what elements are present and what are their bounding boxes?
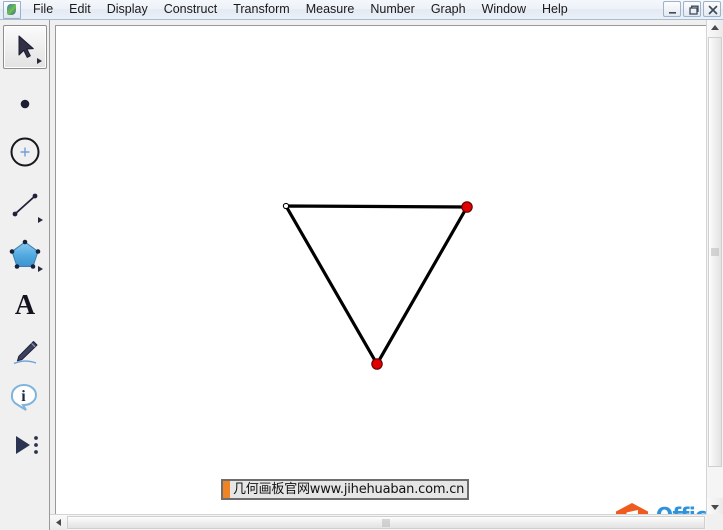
pen-marker-icon bbox=[13, 341, 38, 365]
letter-a-icon: A bbox=[15, 290, 36, 321]
scroll-down-button[interactable] bbox=[707, 498, 723, 515]
menu-item-help[interactable]: Help bbox=[534, 1, 576, 19]
horizontal-scroll-thumb[interactable] bbox=[67, 516, 705, 529]
straightedge-tool-flyout-indicator[interactable] bbox=[38, 217, 43, 223]
circle-icon bbox=[10, 137, 40, 167]
scroll-up-button[interactable] bbox=[707, 20, 723, 37]
polygon-tool-flyout-indicator[interactable] bbox=[38, 266, 43, 272]
menu-item-number[interactable]: Number bbox=[362, 1, 422, 19]
sketch-canvas[interactable]: 几何画板官网www.jihehuaban.com.cn Office教程网 ww… bbox=[55, 25, 707, 515]
horizontal-thumb-grip bbox=[382, 518, 390, 527]
restore-icon bbox=[689, 5, 699, 15]
scroll-left-arrow-icon bbox=[56, 519, 61, 526]
menu-item-transform[interactable]: Transform bbox=[225, 1, 298, 19]
scrollbar-corner bbox=[706, 514, 723, 530]
watermark-accent-bar bbox=[223, 481, 230, 498]
info-bubble-icon: i bbox=[10, 384, 38, 411]
menu-bar: File Edit Display Construct Transform Me… bbox=[0, 0, 723, 20]
close-button[interactable] bbox=[703, 1, 721, 17]
menu-item-file[interactable]: File bbox=[25, 1, 61, 19]
text-tool[interactable]: A bbox=[3, 282, 47, 326]
scroll-up-arrow-icon bbox=[711, 25, 719, 30]
play-dots-icon bbox=[16, 436, 38, 454]
polygon-tool[interactable] bbox=[3, 232, 47, 276]
geometers-sketchpad-window: File Edit Display Construct Transform Me… bbox=[0, 0, 723, 530]
sketchpad-app-icon[interactable] bbox=[3, 0, 21, 19]
svg-text:A: A bbox=[15, 290, 36, 321]
custom-tools[interactable] bbox=[3, 423, 47, 467]
close-icon bbox=[708, 5, 718, 15]
menu-item-construct[interactable]: Construct bbox=[156, 1, 226, 19]
scroll-down-arrow-icon bbox=[711, 505, 719, 510]
tool-palette: A i bbox=[0, 20, 50, 530]
vertical-scroll-thumb[interactable] bbox=[708, 37, 722, 467]
sketch-watermark-label[interactable]: 几何画板官网www.jihehuaban.com.cn bbox=[221, 479, 470, 500]
scroll-left-button[interactable] bbox=[50, 515, 67, 530]
arrow-tool-flyout-indicator[interactable] bbox=[37, 58, 42, 64]
information-tool[interactable]: i bbox=[3, 377, 47, 421]
marker-tool[interactable] bbox=[3, 330, 47, 374]
arrow-select-tool[interactable] bbox=[3, 25, 47, 69]
minimize-button[interactable] bbox=[663, 1, 681, 17]
restore-button[interactable] bbox=[683, 1, 701, 17]
menu-item-measure[interactable]: Measure bbox=[298, 1, 363, 19]
canvas-area: 几何画板官网www.jihehuaban.com.cn Office教程网 ww… bbox=[50, 20, 723, 530]
vertical-thumb-grip bbox=[711, 248, 719, 256]
compass-circle-tool[interactable] bbox=[3, 130, 47, 174]
horizontal-scrollbar[interactable] bbox=[50, 514, 723, 530]
point-icon bbox=[20, 99, 30, 109]
menu-item-graph[interactable]: Graph bbox=[423, 1, 474, 19]
minimize-icon bbox=[669, 12, 676, 14]
triangle-construction[interactable] bbox=[56, 26, 706, 514]
point-tool[interactable] bbox=[3, 82, 47, 126]
vertex-top-left[interactable] bbox=[282, 202, 290, 210]
vertex-bottom[interactable] bbox=[371, 358, 383, 370]
vertex-top-right[interactable] bbox=[461, 201, 473, 213]
menu-item-display[interactable]: Display bbox=[99, 1, 156, 19]
straightedge-tool[interactable] bbox=[3, 183, 47, 227]
vertical-scrollbar[interactable] bbox=[706, 20, 723, 515]
menu-item-edit[interactable]: Edit bbox=[61, 1, 99, 19]
watermark-label-text: 几何画板官网www.jihehuaban.com.cn bbox=[233, 482, 465, 497]
menu-item-window[interactable]: Window bbox=[474, 1, 534, 19]
window-controls bbox=[663, 1, 721, 17]
triangle-shape[interactable] bbox=[283, 204, 470, 368]
svg-text:i: i bbox=[21, 388, 26, 405]
